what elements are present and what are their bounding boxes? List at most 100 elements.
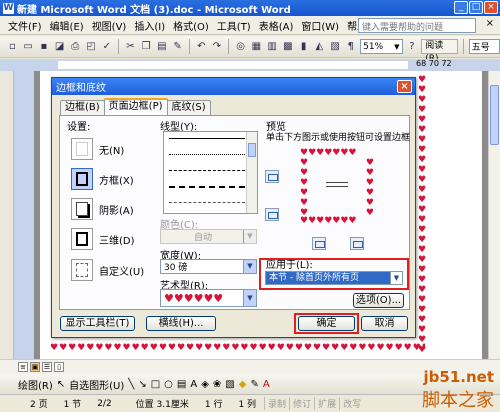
zoom-select[interactable]: 51% ▼ xyxy=(360,39,403,54)
tables-icon[interactable]: ▦ xyxy=(250,40,263,54)
menu-edit[interactable]: 编辑(E) xyxy=(46,18,88,33)
diagram-icon[interactable]: ◈ xyxy=(201,379,209,390)
line-style-solid[interactable] xyxy=(169,138,245,139)
format-painter-icon[interactable]: ✎ xyxy=(171,40,184,54)
preview-right-border-button[interactable] xyxy=(350,237,364,250)
redo-icon[interactable]: ↷ xyxy=(211,40,224,54)
hyperlink-icon[interactable]: ◎ xyxy=(234,40,247,54)
copy-icon[interactable]: ❐ xyxy=(140,40,153,54)
new-icon[interactable]: ▫ xyxy=(6,40,19,54)
save-icon[interactable]: ▪ xyxy=(37,40,50,54)
menu-format[interactable]: 格式(O) xyxy=(169,18,213,33)
select-pointer-icon[interactable]: ↖ xyxy=(57,379,65,390)
paste-icon[interactable]: ▤ xyxy=(156,40,169,54)
reading-view-button[interactable]: ▯ xyxy=(54,362,64,372)
wordart-icon[interactable]: A xyxy=(190,379,197,390)
help-icon[interactable]: ? xyxy=(406,40,419,54)
normal-view-button[interactable]: ≡ xyxy=(18,362,28,372)
width-select[interactable]: 30 磅 ▼ xyxy=(160,259,257,274)
setting-none[interactable]: 无(N) xyxy=(71,138,124,160)
tab-borders[interactable]: 边框(B) xyxy=(60,100,105,115)
permission-icon[interactable]: ◪ xyxy=(53,40,66,54)
status-mode-overtype[interactable]: 改写 xyxy=(339,397,364,410)
arrow-icon[interactable]: ↘ xyxy=(138,379,146,390)
rectangle-icon[interactable]: □ xyxy=(151,379,160,390)
status-mode-extend[interactable]: 扩展 xyxy=(314,397,339,410)
preview-bottom-border-button[interactable] xyxy=(265,208,279,221)
separator xyxy=(118,39,120,54)
oval-icon[interactable]: ○ xyxy=(164,379,173,390)
setting-3d-label: 三维(D) xyxy=(99,235,135,247)
setting-custom[interactable]: 自定义(U) xyxy=(71,259,144,281)
horizontal-line-button[interactable]: 横线(H)... xyxy=(146,316,216,331)
window-controls: _ □ × xyxy=(454,1,498,14)
line-style-scrollbar[interactable] xyxy=(246,132,257,213)
line-style-dash-dot[interactable] xyxy=(169,202,245,203)
line-style-dashed-small[interactable] xyxy=(169,170,245,171)
apply-to-select[interactable]: 本节 - 除首页外所有页 ▼ xyxy=(265,271,403,285)
setting-shadow[interactable]: 阴影(A) xyxy=(71,198,134,220)
insert-table-icon[interactable]: ▥ xyxy=(266,40,279,54)
menu-file[interactable]: 文件(F) xyxy=(4,18,46,33)
drawing-icon[interactable]: ◭ xyxy=(313,40,326,54)
line-icon[interactable]: ╲ xyxy=(128,379,134,390)
line-color-icon[interactable]: ✎ xyxy=(250,379,258,390)
ok-button[interactable]: 确定 xyxy=(298,316,355,331)
line-style-dashed[interactable] xyxy=(169,186,245,188)
dialog-close-button[interactable]: × xyxy=(397,80,412,93)
draw-menu[interactable]: 绘图(R) xyxy=(18,377,53,392)
textbox-icon[interactable]: ▤ xyxy=(177,379,186,390)
autoshapes-menu[interactable]: 自选图形(U) xyxy=(69,377,124,392)
doc-map-icon[interactable]: ▧ xyxy=(329,40,342,54)
columns-icon[interactable]: ▮ xyxy=(297,40,310,54)
clipart-icon[interactable]: ❀ xyxy=(213,379,221,390)
tab-shading[interactable]: 底纹(S) xyxy=(166,100,211,115)
line-style-list[interactable] xyxy=(163,131,258,214)
watermark-name: 脚本之家 xyxy=(422,390,494,411)
vertical-scrollbar[interactable] xyxy=(488,71,500,359)
menu-view[interactable]: 视图(V) xyxy=(88,18,131,33)
help-search-input[interactable]: 键入需要帮助的问题 xyxy=(358,18,476,33)
read-button[interactable]: 阅读(R) xyxy=(421,39,458,64)
preview-icon[interactable]: ◰ xyxy=(85,40,98,54)
outline-view-button[interactable]: ☰ xyxy=(42,362,52,372)
setting-box[interactable]: 方框(X) xyxy=(71,168,134,190)
cut-icon[interactable]: ✂ xyxy=(124,40,137,54)
font-size-select[interactable]: 五号 xyxy=(468,39,500,54)
status-line: 1 行 xyxy=(204,400,223,410)
options-button[interactable]: 选项(O)... xyxy=(353,293,404,308)
show-hide-icon[interactable]: ¶ xyxy=(344,40,357,54)
menu-window[interactable]: 窗口(W) xyxy=(297,18,343,33)
menu-tools[interactable]: 工具(T) xyxy=(213,18,255,33)
print-icon[interactable]: ⎙ xyxy=(69,40,82,54)
print-layout-button[interactable]: ▣ xyxy=(30,362,40,372)
close-document-icon[interactable]: × xyxy=(486,18,494,29)
width-value: 30 磅 xyxy=(164,263,188,273)
close-window-button[interactable]: × xyxy=(484,1,498,14)
setting-none-icon xyxy=(71,138,93,160)
spelling-icon[interactable]: ✓ xyxy=(100,40,113,54)
open-icon[interactable]: ▭ xyxy=(22,40,35,54)
maximize-button[interactable]: □ xyxy=(469,1,483,14)
line-style-dotted[interactable] xyxy=(169,154,245,155)
art-select[interactable]: ♥♥♥♥♥♥ ▼ xyxy=(160,289,257,307)
status-mode-track[interactable]: 修订 xyxy=(289,397,314,410)
minimize-button[interactable]: _ xyxy=(454,1,468,14)
picture-icon[interactable]: ▧ xyxy=(225,379,234,390)
font-color-icon[interactable]: A xyxy=(263,379,270,390)
cancel-button[interactable]: 取消 xyxy=(361,316,408,331)
show-toolbar-button[interactable]: 显示工具栏(T) xyxy=(60,316,135,331)
setting-3d[interactable]: 三维(D) xyxy=(71,228,135,250)
menu-table[interactable]: 表格(A) xyxy=(255,18,298,33)
preview-left-border-button[interactable] xyxy=(312,237,326,250)
setting-custom-icon xyxy=(71,259,93,281)
menu-insert[interactable]: 插入(I) xyxy=(130,18,169,33)
setting-custom-label: 自定义(U) xyxy=(99,266,145,278)
status-mode-record[interactable]: 录制 xyxy=(264,397,289,410)
fill-color-icon[interactable]: ◆ xyxy=(239,379,247,390)
excel-icon[interactable]: ▩ xyxy=(281,40,294,54)
undo-icon[interactable]: ↶ xyxy=(195,40,208,54)
horizontal-ruler: 68 70 72 xyxy=(0,59,500,71)
preview-top-border-button[interactable] xyxy=(265,170,279,183)
tab-page-border[interactable]: 页面边框(P) xyxy=(103,98,168,115)
